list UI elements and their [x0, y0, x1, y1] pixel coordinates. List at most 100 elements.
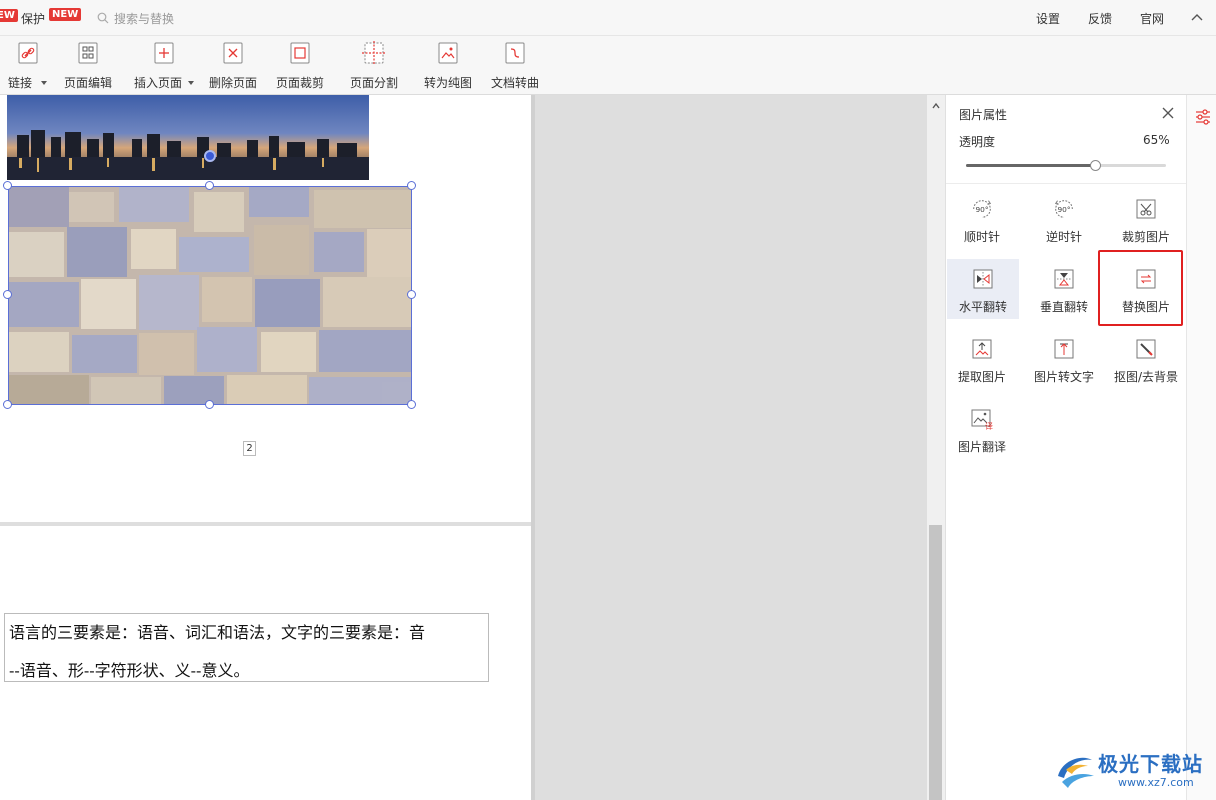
close-icon[interactable]: [1161, 106, 1175, 120]
page-edge: [531, 95, 535, 800]
flip-vertical-label: 垂直翻转: [1039, 300, 1088, 314]
scroll-up-icon[interactable]: [932, 102, 940, 110]
text-line-1: 语言的三要素是：语音、词汇和语法，文字的三要素是：音: [9, 623, 426, 642]
rotate-handle[interactable]: [204, 150, 216, 162]
text-box[interactable]: 语言的三要素是：语音、词汇和语法，文字的三要素是：音 --语音、形--字符形状、…: [4, 613, 489, 682]
feedback-link[interactable]: 反馈: [1088, 10, 1112, 27]
side-strip: [1186, 95, 1216, 800]
doc-curve-icon: [502, 40, 528, 66]
search-box[interactable]: 搜索与替换: [97, 9, 174, 27]
page-split-label: 页面分割: [350, 76, 399, 90]
page-edit-button[interactable]: 页面编辑: [64, 40, 112, 91]
flip-horizontal-button[interactable]: 水平翻转: [947, 259, 1019, 319]
panel-divider: [946, 183, 1187, 184]
replace-image-highlight: [1098, 250, 1183, 326]
page-crop-icon: [287, 40, 313, 66]
panel-title: 图片属性: [959, 108, 1008, 122]
flip-vertical-button[interactable]: 垂直翻转: [1028, 259, 1100, 319]
rotate-counterclockwise-button[interactable]: 90° 逆时针: [1028, 189, 1100, 249]
doc-curve-button[interactable]: 文档转曲: [491, 40, 539, 91]
link-label: 链接: [8, 76, 33, 90]
page-split-button[interactable]: 页面分割: [350, 40, 398, 91]
remove-background-button[interactable]: 抠图/去背景: [1110, 329, 1182, 389]
page-number: 2: [243, 441, 256, 456]
watermark-logo-icon: [1058, 757, 1094, 788]
insert-page-button[interactable]: 插入页面: [134, 40, 195, 91]
rotate-counterclockwise-label: 逆时针: [1045, 230, 1082, 244]
extract-image-button[interactable]: 提取图片: [946, 329, 1018, 389]
page-2: 2: [0, 95, 531, 522]
resize-handle-bottom[interactable]: [205, 400, 214, 409]
new-badge: NEW: [49, 8, 82, 21]
rotate-clockwise-icon: 90°: [970, 197, 994, 221]
chevron-up-icon[interactable]: [1190, 10, 1204, 24]
resize-handle-left[interactable]: [3, 290, 12, 299]
crop-image-button[interactable]: 裁剪图片: [1110, 189, 1182, 249]
to-image-label: 转为纯图: [424, 76, 473, 90]
resize-handle-top[interactable]: [205, 181, 214, 190]
opacity-slider-knob[interactable]: [1090, 160, 1101, 171]
delete-page-button[interactable]: 删除页面: [209, 40, 257, 91]
image-to-text-button[interactable]: 图片转文字: [1028, 329, 1100, 389]
crop-image-icon: [1134, 197, 1158, 221]
to-image-icon: [435, 40, 461, 66]
top-menu-bar: EW 保护 NEW 搜索与替换 设置 反馈 官网: [0, 0, 1216, 36]
image-translate-icon: 译: [970, 407, 994, 431]
flip-horizontal-label: 水平翻转: [958, 300, 1007, 314]
image-translate-label: 图片翻译: [957, 440, 1006, 454]
skyline-image[interactable]: [7, 95, 369, 180]
extract-image-label: 提取图片: [957, 370, 1006, 384]
rotate-clockwise-label: 顺时针: [963, 230, 1000, 244]
insert-page-label: 插入页面: [134, 76, 183, 90]
image-translate-button[interactable]: 译 图片翻译: [946, 399, 1018, 459]
page-edit-icon: [75, 40, 101, 66]
page-edit-label: 页面编辑: [64, 76, 113, 90]
image-properties-panel: 图片属性 透明度 65% 90° 顺时针 90° 逆时针 裁剪图片 水平翻转 垂…: [945, 95, 1187, 800]
vertical-scrollbar[interactable]: [927, 95, 945, 800]
page-split-icon: [361, 40, 387, 66]
watermark-url: www.xz7.com: [1118, 776, 1194, 789]
resize-handle-top-right[interactable]: [407, 181, 416, 190]
toolbar: 链接 页面编辑 插入页面 删除页面 页面裁剪 页面分割 转为纯图 文档转曲: [0, 36, 1216, 95]
opacity-slider[interactable]: [966, 160, 1166, 171]
resize-handle-top-left[interactable]: [3, 181, 12, 190]
doc-curve-label: 文档转曲: [491, 76, 540, 90]
svg-text:译: 译: [985, 422, 993, 430]
rotate-counterclockwise-icon: 90°: [1052, 197, 1076, 221]
crop-image-label: 裁剪图片: [1121, 230, 1170, 244]
watermark: 极光下载站 www.xz7.com: [1052, 744, 1212, 796]
settings-link[interactable]: 设置: [1036, 10, 1060, 27]
svg-text:90°: 90°: [975, 205, 988, 214]
link-button[interactable]: 链接: [8, 40, 48, 91]
rotate-clockwise-button[interactable]: 90° 顺时针: [946, 189, 1018, 249]
protect-menu[interactable]: 保护: [21, 10, 45, 27]
flip-vertical-icon: [1052, 267, 1076, 291]
delete-page-label: 删除页面: [209, 76, 258, 90]
scrollbar-thumb[interactable]: [929, 525, 942, 800]
search-icon: [97, 12, 109, 24]
to-image-button[interactable]: 转为纯图: [424, 40, 472, 91]
image-to-text-label: 图片转文字: [1033, 370, 1094, 384]
page-crop-label: 页面裁剪: [276, 76, 325, 90]
opacity-slider-fill: [966, 164, 1096, 167]
new-badge-left: EW: [0, 9, 18, 22]
opacity-value: 65%: [1143, 133, 1170, 147]
link-icon: [15, 40, 41, 66]
settings-sliders-icon[interactable]: [1194, 108, 1212, 126]
search-placeholder: 搜索与替换: [114, 11, 175, 26]
chevron-down-icon[interactable]: [188, 80, 195, 85]
resize-handle-right[interactable]: [407, 290, 416, 299]
document-area[interactable]: 2 语言的三要素是：语音、词汇和语法，文字的三要素是：音 --语音、形--字符形…: [0, 95, 945, 800]
website-link[interactable]: 官网: [1140, 10, 1164, 27]
page-crop-button[interactable]: 页面裁剪: [276, 40, 324, 91]
flip-horizontal-icon: [971, 267, 995, 291]
watermark-text: 极光下载站: [1098, 752, 1203, 776]
chevron-down-icon[interactable]: [41, 80, 48, 85]
resize-handle-bottom-left[interactable]: [3, 400, 12, 409]
selected-image[interactable]: [8, 186, 412, 405]
remove-background-icon: [1134, 337, 1158, 361]
resize-handle-bottom-right[interactable]: [407, 400, 416, 409]
text-line-2: --语音、形--字符形状、义--意义。: [9, 661, 250, 680]
image-to-text-icon: [1052, 337, 1076, 361]
extract-image-icon: [970, 337, 994, 361]
